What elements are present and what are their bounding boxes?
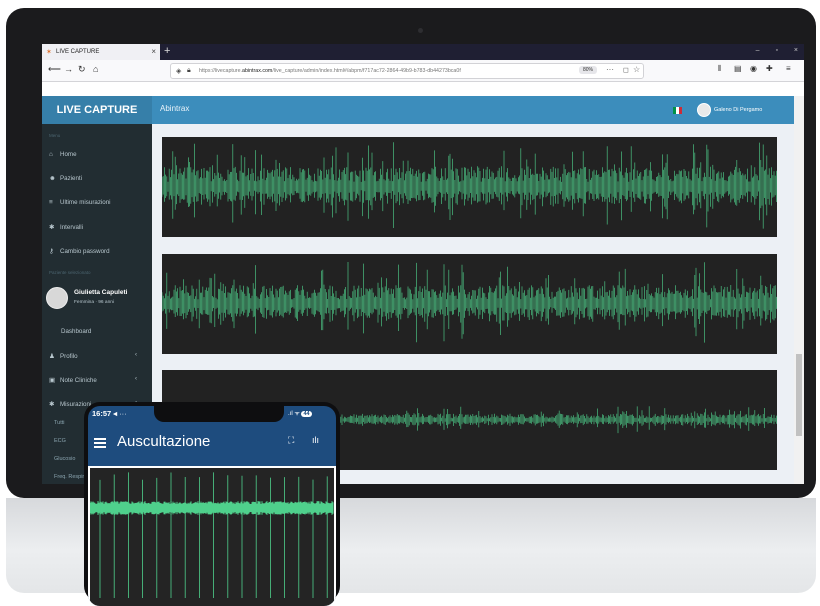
sidebar-item-ultime-misurazioni[interactable]: ≡ Ultime misurazioni	[49, 199, 111, 206]
sidebar-item-intervalli[interactable]: ✱ Intervalli	[49, 223, 83, 231]
sub-item-freq-respir[interactable]: Freq. Respir.	[54, 474, 85, 480]
chevron-left-icon: ‹	[135, 376, 137, 382]
browser-tab-bar: ✶ LIVE CAPTURE × + – ▫ ×	[42, 44, 804, 60]
key-icon: ⚷	[49, 248, 54, 255]
extension-icon[interactable]: ✚	[766, 64, 773, 73]
bookmark-star-icon[interactable]: ☆	[633, 65, 640, 74]
sidebar-item-dashboard[interactable]: Dashboard	[61, 328, 91, 335]
back-icon[interactable]: ⟵	[48, 64, 61, 75]
account-icon[interactable]: ◉	[750, 64, 757, 73]
zoom-level-badge[interactable]: 80%	[579, 66, 598, 74]
selected-patient[interactable]: Giulietta Capuleti Femmina · 96 anni	[42, 281, 152, 309]
page-scrollbar[interactable]	[794, 96, 804, 484]
url-text: https://livecapture.abintrax.com/live_ca…	[199, 68, 461, 74]
sidebar-item-cambio-password[interactable]: ⚷ Cambio password	[49, 247, 110, 255]
notes-icon: ▣	[49, 377, 56, 384]
sidebar-item-profilo[interactable]: ♟ Profilo ‹	[49, 352, 137, 360]
reload-icon[interactable]: ↻	[78, 64, 86, 75]
phone-notch	[154, 406, 284, 422]
phone-page-title: Auscultazione	[117, 433, 211, 450]
shield-icon[interactable]: ◈	[176, 67, 181, 75]
italian-flag-icon[interactable]	[673, 107, 682, 114]
tab-title: LIVE CAPTURE	[56, 49, 100, 55]
waveform-trace	[162, 142, 777, 229]
user-name[interactable]: Galeno Di Pergamo	[714, 107, 762, 113]
window-controls[interactable]: – ▫ ×	[756, 47, 798, 54]
user-avatar[interactable]	[697, 103, 711, 117]
phone-waveform-frame	[88, 466, 336, 606]
phone-app-header: Auscultazione ⛶ ılı	[88, 422, 336, 462]
hamburger-menu-icon[interactable]	[94, 438, 106, 448]
sub-item-tutti[interactable]: Tutti	[54, 420, 65, 426]
firefox-favicon-icon: ✶	[46, 49, 52, 56]
new-tab-button[interactable]: +	[164, 45, 170, 57]
chart-icon[interactable]: ılı	[312, 435, 319, 445]
waveform-panel-2	[162, 254, 777, 354]
fullscreen-icon[interactable]: ⛶	[288, 435, 294, 446]
hamburger-menu-icon[interactable]: ≡	[786, 64, 791, 73]
patient-name: Giulietta Capuleti	[74, 289, 128, 296]
pocket-icon[interactable]: ◻	[623, 66, 629, 74]
sidebar-item-pazienti[interactable]: ☻ Pazienti	[49, 175, 82, 182]
battery-icon: 44	[301, 411, 312, 417]
sidebar-item-note-cliniche[interactable]: ▣ Note Cliniche ‹	[49, 376, 137, 384]
patient-avatar	[46, 287, 68, 309]
app-header: LIVE CAPTURE Abintrax Galeno Di Pergamo	[42, 96, 794, 124]
brand-logo[interactable]: LIVE CAPTURE	[42, 96, 152, 124]
sidebar-section-patient: Paziente selezionato	[49, 270, 91, 275]
phone-screen: 16:57 ◂ ··· .ıl ᯤ 44 Auscultazione ⛶ ılı	[88, 406, 336, 606]
home-icon[interactable]: ⌂	[93, 64, 98, 74]
phone-status-icons: .ıl ᯤ 44	[288, 411, 312, 417]
user-icon: ♟	[49, 353, 55, 360]
scrollbar-thumb[interactable]	[796, 354, 802, 436]
browser-tab[interactable]: ✶ LIVE CAPTURE ×	[42, 44, 160, 60]
phone-device: 16:57 ◂ ··· .ıl ᯤ 44 Auscultazione ⛶ ılı	[84, 402, 340, 606]
list-icon: ≡	[49, 199, 53, 206]
phone-time: 16:57 ◂ ···	[92, 409, 127, 418]
browser-nav-bar: ⟵ → ↻ ⌂ ◈ 🔒︎ https://livecapture.abintra…	[42, 60, 804, 82]
waveform-1	[162, 142, 777, 229]
lock-icon: 🔒︎	[187, 67, 191, 74]
waveform-panel-1	[162, 137, 777, 237]
phone-waveform-panel	[89, 468, 334, 606]
home-icon: ⌂	[49, 151, 53, 158]
phone-status-bar: 16:57 ◂ ··· .ıl ᯤ 44	[88, 406, 336, 422]
phone-waveform-trace	[89, 501, 334, 515]
waveform-2	[162, 262, 777, 343]
page-actions-menu[interactable]: ···	[606, 65, 614, 74]
users-icon: ☻	[49, 175, 56, 182]
sidebar-item-home[interactable]: ⌂ Home	[49, 151, 77, 158]
sub-item-ecg[interactable]: ECG	[54, 438, 66, 444]
forward-icon[interactable]: →	[64, 64, 73, 74]
sub-item-glucosio[interactable]: Glucosio	[54, 456, 75, 462]
phone-waveform	[89, 472, 334, 598]
app-name: Abintrax	[160, 104, 190, 113]
camera-dot	[418, 28, 423, 33]
waveform-trace	[162, 262, 777, 343]
chevron-left-icon: ‹	[135, 352, 137, 358]
tab-close-icon[interactable]: ×	[151, 47, 156, 56]
gear-icon: ✱	[49, 401, 55, 408]
gear-icon: ✱	[49, 224, 55, 231]
sidebar-item-misurazioni[interactable]: ✱Misurazioni‹	[49, 400, 137, 408]
address-bar[interactable]: ◈ 🔒︎ https://livecapture.abintrax.com/li…	[170, 63, 644, 79]
library-icon[interactable]: ⫴	[718, 64, 721, 74]
patient-info: Femmina · 96 anni	[74, 300, 114, 305]
sidebar-section-menu: Menu	[49, 133, 61, 138]
sidebar-icon[interactable]: ▤	[734, 64, 742, 73]
